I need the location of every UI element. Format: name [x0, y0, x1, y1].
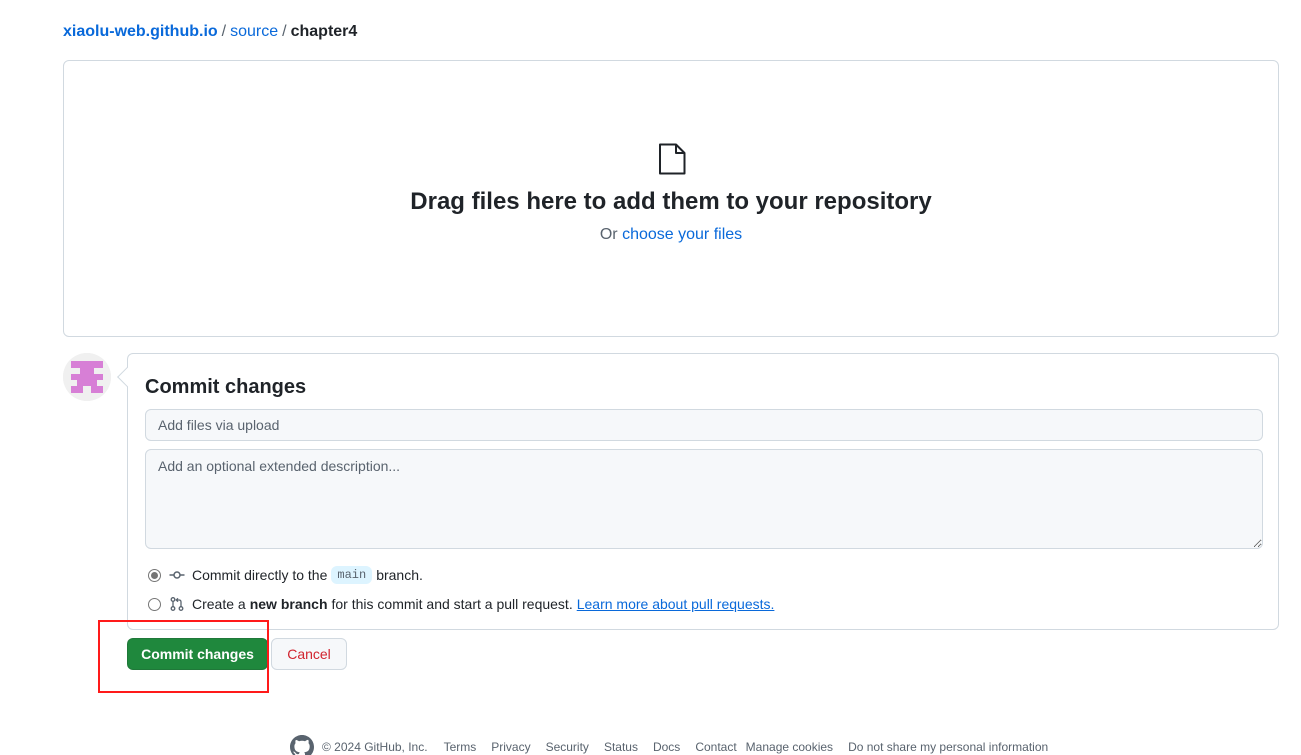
footer-link-privacy[interactable]: Privacy [491, 740, 530, 754]
new-branch-prefix: Create a [192, 596, 246, 612]
commit-direct-prefix: Commit directly to the [192, 567, 328, 583]
footer: © 2024 GitHub, Inc. Terms Privacy Securi… [290, 735, 1063, 755]
breadcrumb-current: chapter4 [290, 23, 358, 40]
git-commit-icon [169, 571, 185, 579]
branch-name-badge: main [331, 566, 373, 584]
new-branch-option[interactable]: Create a new branch for this commit and … [148, 594, 774, 614]
breadcrumb-repo-link[interactable]: xiaolu-web.github.io [63, 23, 218, 40]
breadcrumb: xiaolu-web.github.io / source / chapter4 [63, 22, 357, 42]
dropzone-or-text: Or [599, 226, 618, 243]
commit-panel: Commit changes Commit directly to the ma… [117, 353, 1279, 630]
commit-summary-input[interactable] [145, 409, 1263, 441]
footer-link-contact[interactable]: Contact [695, 740, 736, 754]
footer-link-manage-cookies[interactable]: Manage cookies [746, 740, 833, 754]
cancel-button[interactable]: Cancel [271, 638, 347, 670]
footer-copyright: © 2024 GitHub, Inc. [322, 740, 428, 754]
new-branch-radio[interactable] [148, 597, 161, 611]
footer-link-security[interactable]: Security [546, 740, 589, 754]
footer-link-docs[interactable]: Docs [653, 740, 680, 754]
commit-direct-radio[interactable] [148, 568, 161, 582]
git-pull-request-icon [170, 597, 184, 611]
commit-changes-button[interactable]: Commit changes [127, 638, 268, 670]
dropzone-title: Drag files here to add them to your repo… [410, 188, 932, 215]
breadcrumb-separator: / [282, 23, 287, 40]
commit-description-input[interactable] [145, 449, 1263, 549]
avatar [63, 353, 111, 401]
new-branch-suffix: for this commit and start a pull request… [331, 596, 573, 612]
learn-more-pull-requests-link[interactable]: Learn more about pull requests. [577, 596, 775, 612]
footer-link-terms[interactable]: Terms [444, 740, 477, 754]
footer-link-do-not-share[interactable]: Do not share my personal information [848, 740, 1048, 754]
github-logo-icon[interactable] [290, 735, 314, 755]
commit-direct-suffix: branch. [376, 567, 423, 583]
breadcrumb-folder-link[interactable]: source [230, 23, 278, 40]
commit-direct-option[interactable]: Commit directly to the main branch. [148, 565, 423, 585]
file-dropzone[interactable]: Drag files here to add them to your repo… [63, 60, 1279, 337]
comment-arrow [117, 367, 137, 387]
commit-heading: Commit changes [145, 376, 307, 398]
new-branch-bold: new branch [249, 596, 328, 612]
identicon [63, 353, 111, 401]
dropzone-subtitle: Or choose your files [64, 225, 1278, 245]
footer-link-status[interactable]: Status [604, 740, 638, 754]
breadcrumb-separator: / [221, 23, 227, 40]
choose-files-link[interactable]: choose your files [622, 226, 742, 243]
file-icon [659, 143, 686, 175]
